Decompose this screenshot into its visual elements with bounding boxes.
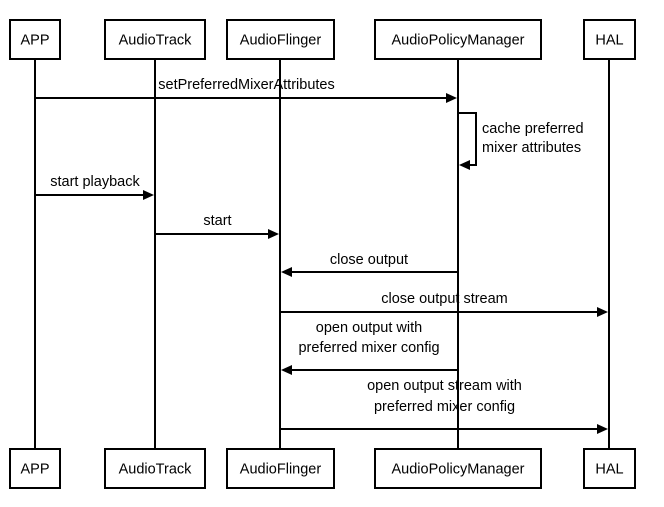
participant-audioflinger-top: AudioFlinger <box>226 19 335 60</box>
arrow-head <box>143 190 154 200</box>
sequence-diagram: setPreferredMixerAttributes cache preferr… <box>9 19 636 489</box>
participant-apm-top: AudioPolicyManager <box>374 19 542 60</box>
message-6: close output stream <box>280 291 608 317</box>
message-label: start <box>203 213 231 229</box>
arrow-head <box>597 307 608 317</box>
message-label: preferred mixer config <box>374 399 515 415</box>
participant-hal-top: HAL <box>583 19 636 60</box>
participant-audiotrack-bottom: AudioTrack <box>104 448 206 489</box>
participant-app-bottom: APP <box>9 448 61 489</box>
message-label: setPreferredMixerAttributes <box>158 77 334 93</box>
message-label: mixer attributes <box>482 140 581 156</box>
message-8: open output stream with preferred mixer c… <box>280 378 608 434</box>
message-4: start <box>155 213 279 239</box>
arrow-head <box>281 365 292 375</box>
participant-label: HAL <box>595 462 623 478</box>
message-2: cache preferred mixer attributes <box>458 112 584 170</box>
arrow-head <box>446 93 457 103</box>
message-7: open output with preferred mixer config <box>281 320 458 375</box>
arrow-head <box>459 160 470 170</box>
message-label: preferred mixer config <box>298 340 439 356</box>
arrow-head <box>281 267 292 277</box>
participant-label: APP <box>20 33 49 49</box>
participant-label: AudioFlinger <box>240 33 322 49</box>
participant-label: AudioPolicyManager <box>392 462 525 478</box>
participant-label: AudioFlinger <box>240 462 322 478</box>
message-3: start playback <box>35 174 154 200</box>
participant-audiotrack-top: AudioTrack <box>104 19 206 60</box>
participant-label: AudioTrack <box>119 33 193 49</box>
message-label: close output <box>330 252 408 268</box>
participant-apm-bottom: AudioPolicyManager <box>374 448 542 489</box>
participant-label: APP <box>20 462 49 478</box>
participant-audioflinger-bottom: AudioFlinger <box>226 448 335 489</box>
message-label: open output stream with <box>367 378 522 394</box>
message-5: close output <box>281 252 458 277</box>
message-label: cache preferred <box>482 121 584 137</box>
message-label: start playback <box>50 174 140 190</box>
message-label: close output stream <box>381 291 508 307</box>
participant-label: AudioTrack <box>119 462 193 478</box>
participant-hal-bottom: HAL <box>583 448 636 489</box>
self-message-line <box>458 112 477 166</box>
participant-label: HAL <box>595 33 623 49</box>
arrow-head <box>268 229 279 239</box>
message-label: open output with <box>316 320 422 336</box>
arrow-head <box>597 424 608 434</box>
participant-label: AudioPolicyManager <box>392 33 525 49</box>
message-1: setPreferredMixerAttributes <box>35 77 457 103</box>
participant-app-top: APP <box>9 19 61 60</box>
